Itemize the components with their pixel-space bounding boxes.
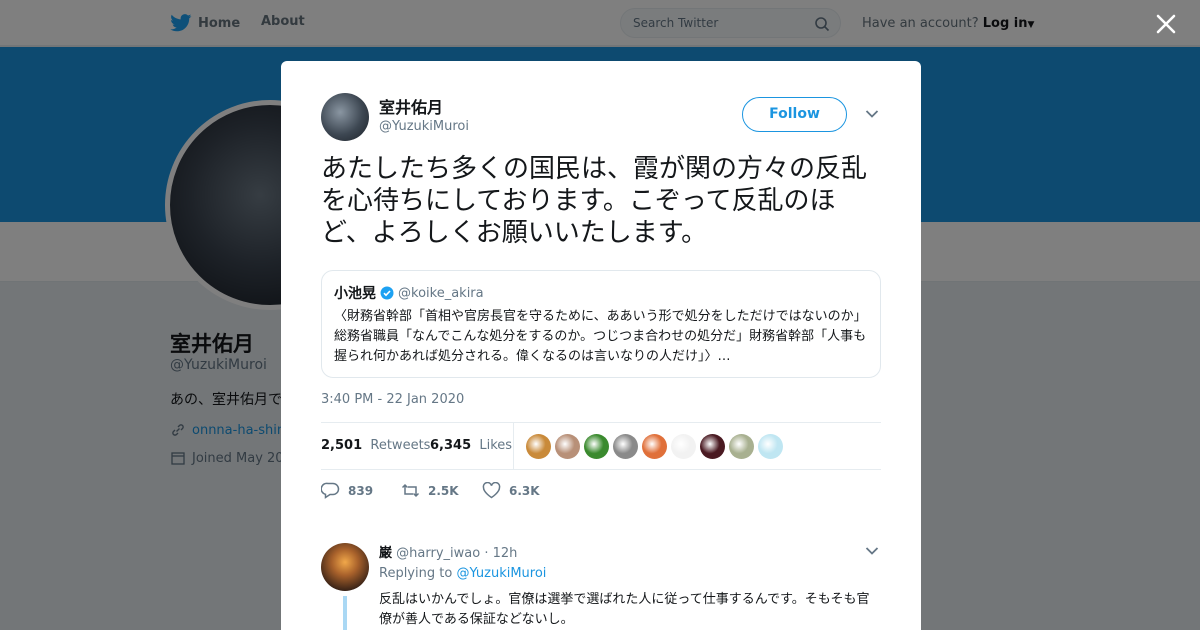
liker-avatar[interactable] [555,434,580,459]
tweet-text: あたしたち多くの国民は、霞が関の方々の反乱を心待ちにしております。こぞって反乱の… [321,154,868,248]
liker-avatar[interactable] [642,434,667,459]
quoted-tweet[interactable]: 小池晃 @koike_akira 〈財務省幹部「首相や官房長官を守るために、ああ… [321,270,881,378]
retweet-icon [401,483,420,498]
like-button[interactable]: 6.3K [482,482,540,499]
retweets-stat[interactable]: 2,501 Retweets [321,438,430,453]
author-name[interactable]: 室井佑月 [379,94,443,118]
like-count: 6.3K [509,483,540,498]
close-icon[interactable] [1154,12,1178,36]
reply-header: 巌 @harry_iwao · 12h [379,542,517,561]
retweets-count: 2,501 [321,438,363,453]
follow-button[interactable]: Follow [742,97,847,132]
reply-author-handle[interactable]: @harry_iwao [396,546,480,561]
retweet-count: 2.5K [428,483,459,498]
tweet-actions: 839 2.5K 6.3K [321,482,881,502]
liker-avatar[interactable] [700,434,725,459]
chevron-down-icon[interactable] [865,109,879,119]
liker-avatar[interactable] [671,434,696,459]
quoted-tweet-text: 〈財務省幹部「首相や官房長官を守るために、ああいう形で処分をしただけではないのか… [334,309,867,364]
replying-to-link[interactable]: @YuzukiMuroi [456,566,546,581]
author-handle[interactable]: @YuzukiMuroi [379,119,469,134]
reply-count: 839 [348,483,374,498]
reply-author-name[interactable]: 巌 [379,546,392,561]
retweets-label: Retweets [370,438,431,453]
heart-icon [482,482,501,499]
liker-avatar[interactable] [613,434,638,459]
reply-tweet[interactable]: 巌 @harry_iwao · 12h Replying to @YuzukiM… [321,541,881,630]
replying-to: Replying to @YuzukiMuroi [379,566,546,581]
tweet-modal: 室井佑月 @YuzukiMuroi Follow あたしたち多くの国民は、霞が関… [281,61,921,630]
tweet-stats: 2,501 Retweets 6,345 Likes [321,422,881,470]
quoted-author-handle: @koike_akira [398,285,484,301]
reply-time[interactable]: · 12h [484,546,517,561]
liker-avatar[interactable] [584,434,609,459]
liker-avatars [526,434,787,459]
likes-stat[interactable]: 6,345 Likes [430,438,512,453]
retweet-button[interactable]: 2.5K [401,482,459,499]
likes-count: 6,345 [430,438,472,453]
reply-text: 反乱はいかんでしょ。官僚は選挙で選ばれた人に従って仕事するんです。そもそも官僚が… [379,592,870,627]
liker-avatar[interactable] [729,434,754,459]
quoted-author-name: 小池晃 [334,286,376,302]
likes-label: Likes [479,438,513,453]
thread-line [343,596,347,630]
reply-author-avatar[interactable] [321,543,369,591]
reply-button[interactable]: 839 [321,482,373,499]
chevron-down-icon[interactable] [865,546,879,556]
replying-prefix: Replying to [379,566,453,581]
verified-badge-icon [380,286,394,300]
stats-divider [513,423,514,469]
liker-avatar[interactable] [758,434,783,459]
quoted-tweet-header: 小池晃 @koike_akira [334,283,868,303]
tweet-timestamp[interactable]: 3:40 PM - 22 Jan 2020 [321,392,464,407]
liker-avatar[interactable] [526,434,551,459]
author-avatar[interactable] [321,93,369,141]
reply-icon [321,482,340,499]
